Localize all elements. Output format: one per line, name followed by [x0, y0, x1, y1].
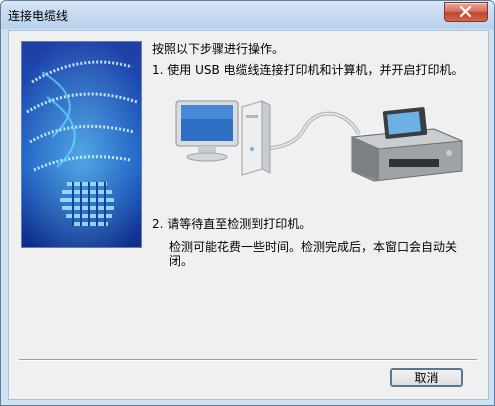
step-2-text: 2. 请等待直至检测到打印机。 — [152, 217, 312, 231]
button-divider — [19, 359, 477, 361]
instruction-title: 按照以下步骤进行操作。 — [152, 42, 285, 56]
connection-illustration — [174, 89, 474, 202]
printer-icon — [350, 107, 463, 182]
cancel-button[interactable]: 取消 — [390, 368, 463, 387]
side-banner-image — [21, 41, 142, 248]
close-icon — [459, 6, 472, 17]
window-title: 连接电缆线 — [8, 9, 69, 23]
title-bar[interactable]: 连接电缆线 — [1, 1, 494, 29]
dialog-content: 按照以下步骤进行操作。 1. 使用 USB 电缆线连接打印机和计算机，并开启打印… — [8, 30, 489, 400]
close-button[interactable] — [444, 2, 488, 22]
dialog-window: 连接电缆线 按照以下步骤进行操作。 1. 使用 USB 电缆线连接打印机和计算机… — [0, 0, 495, 406]
step-1-text: 1. 使用 USB 电缆线连接打印机和计算机，并开启打印机。 — [152, 63, 464, 77]
usb-cable-icon — [255, 111, 361, 151]
detection-note: 检测可能花费一些时间。检测完成后，本窗口会自动关闭。 — [169, 240, 458, 268]
computer-icon — [175, 100, 271, 176]
